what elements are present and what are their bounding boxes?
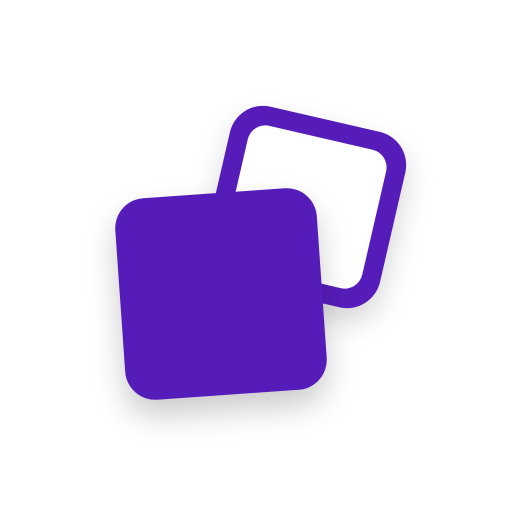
overlapping-squares-icon [115,105,407,400]
front-square-solid [115,188,327,400]
app-icon-canvas [0,0,512,512]
